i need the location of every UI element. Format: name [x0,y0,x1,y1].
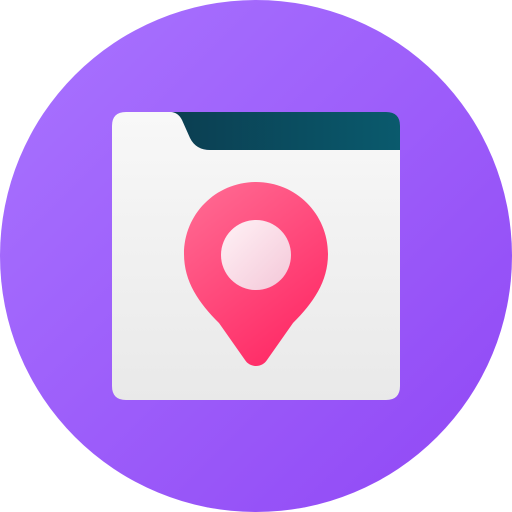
app-icon-canvas [0,0,512,512]
folder-location-pin-icon [0,0,512,512]
folder-tab [172,112,400,150]
location-pin-center [221,220,291,290]
